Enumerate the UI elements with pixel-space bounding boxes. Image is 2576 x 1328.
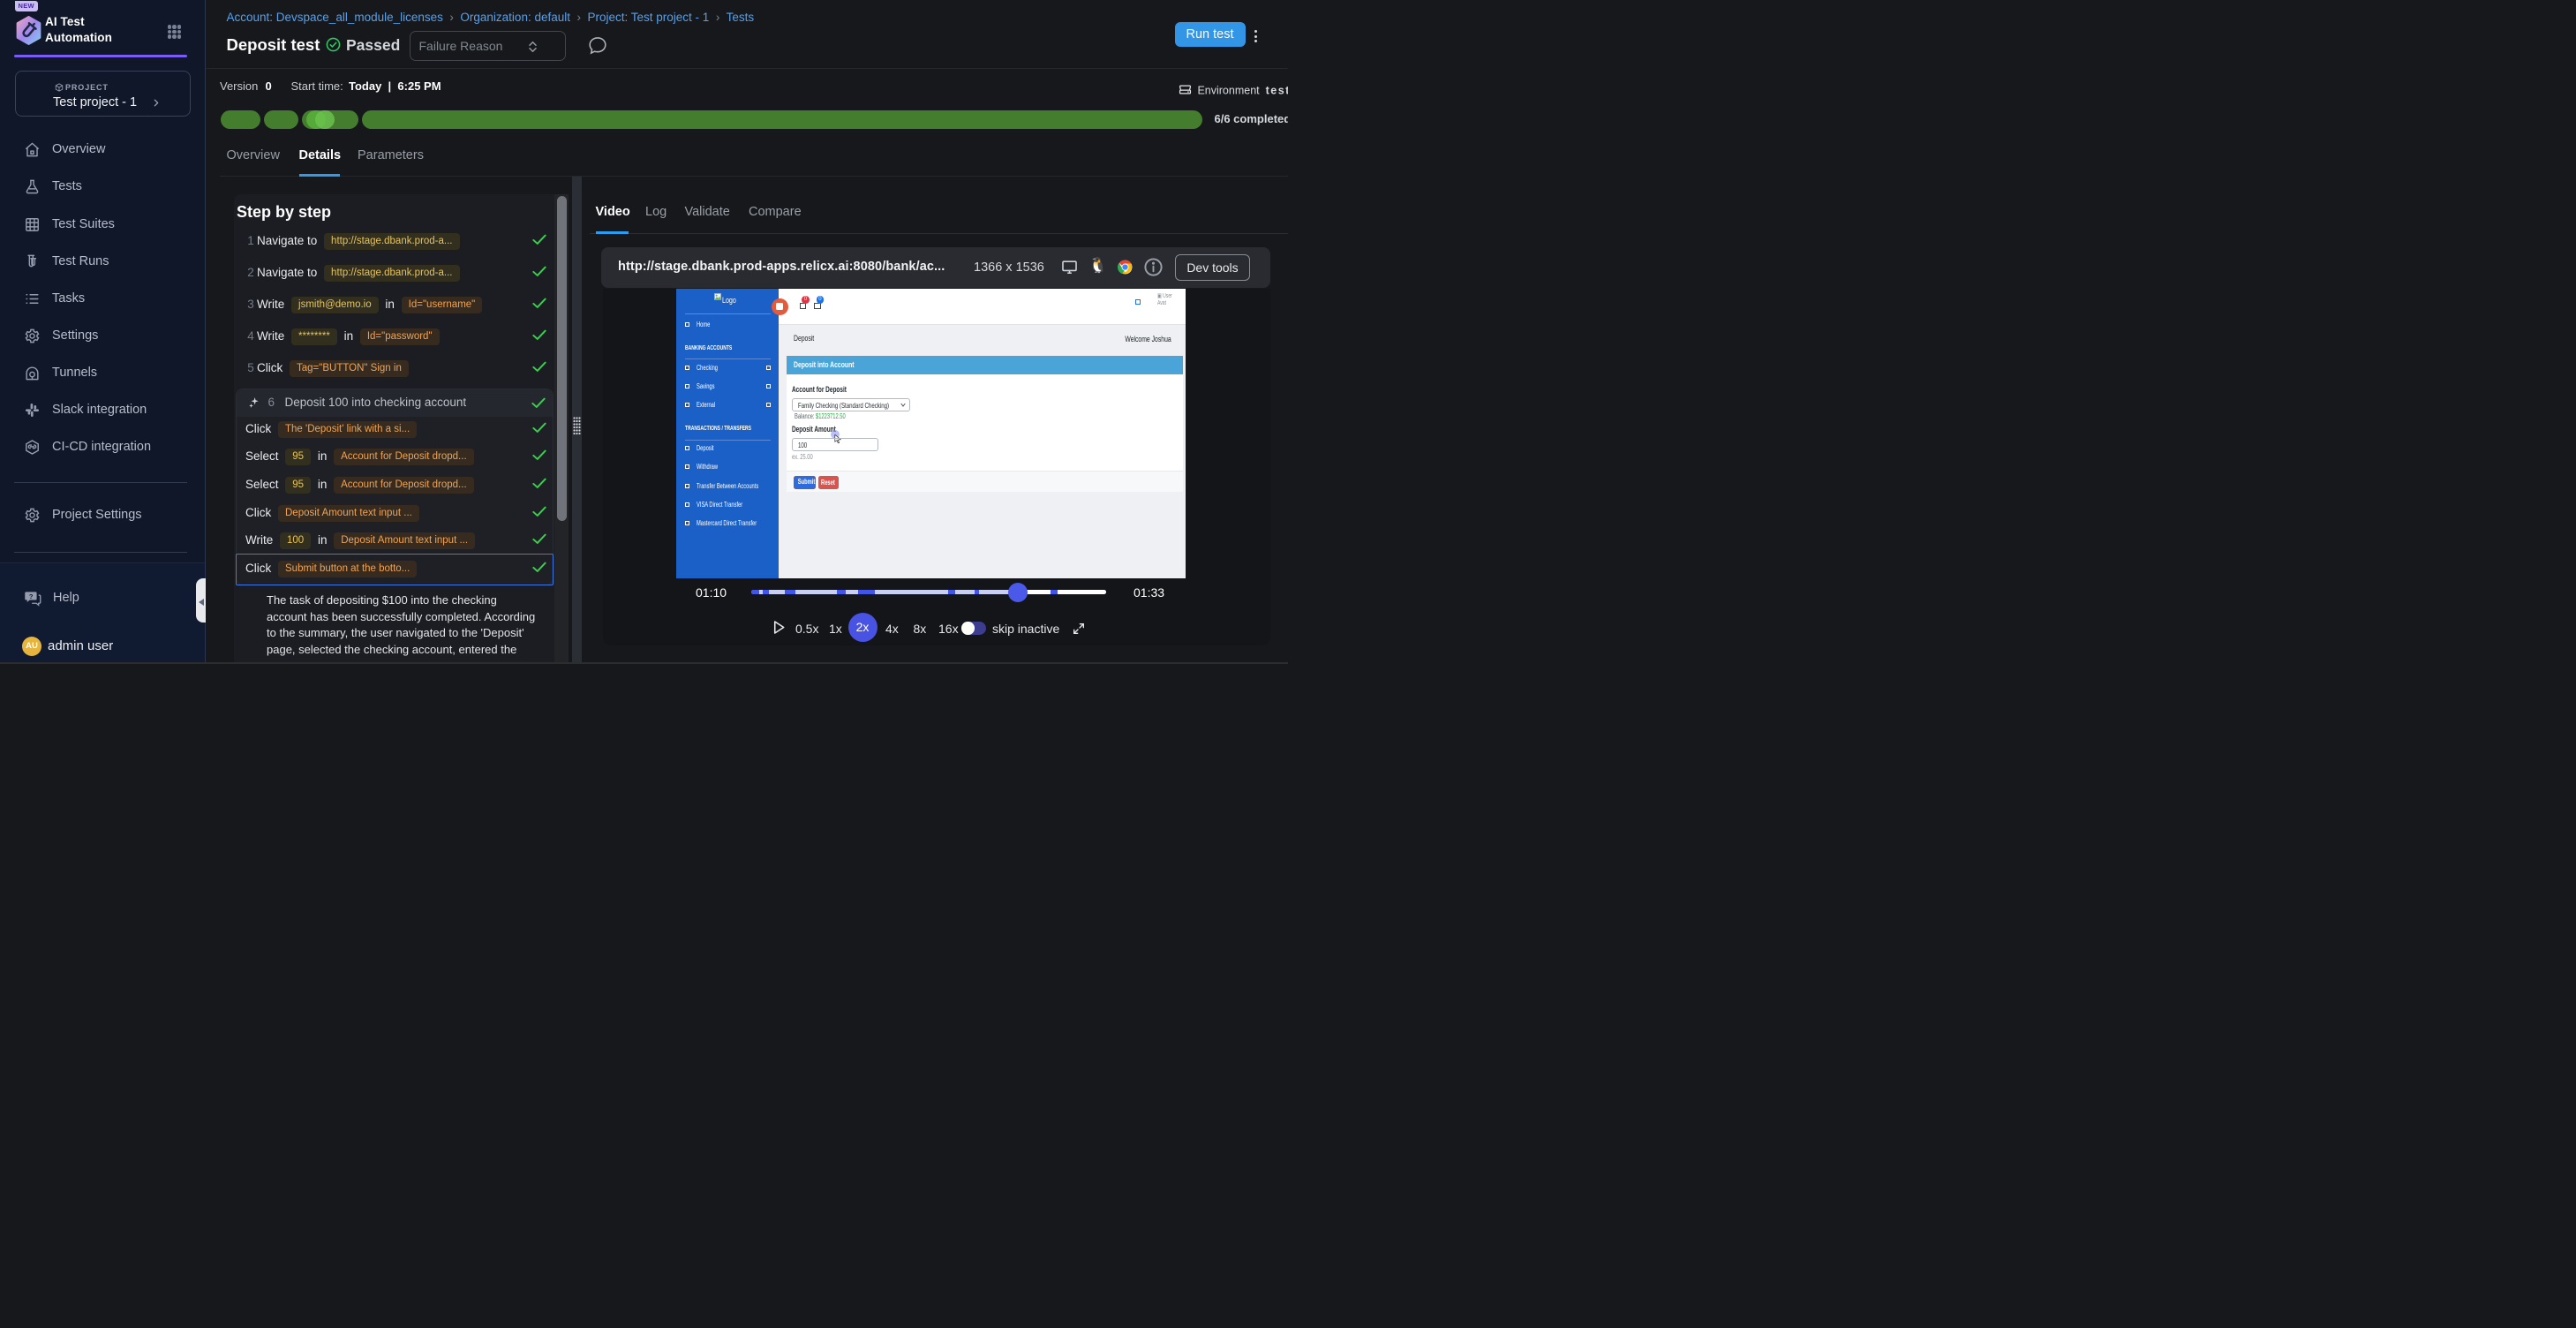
- svg-text:?: ?: [29, 592, 34, 600]
